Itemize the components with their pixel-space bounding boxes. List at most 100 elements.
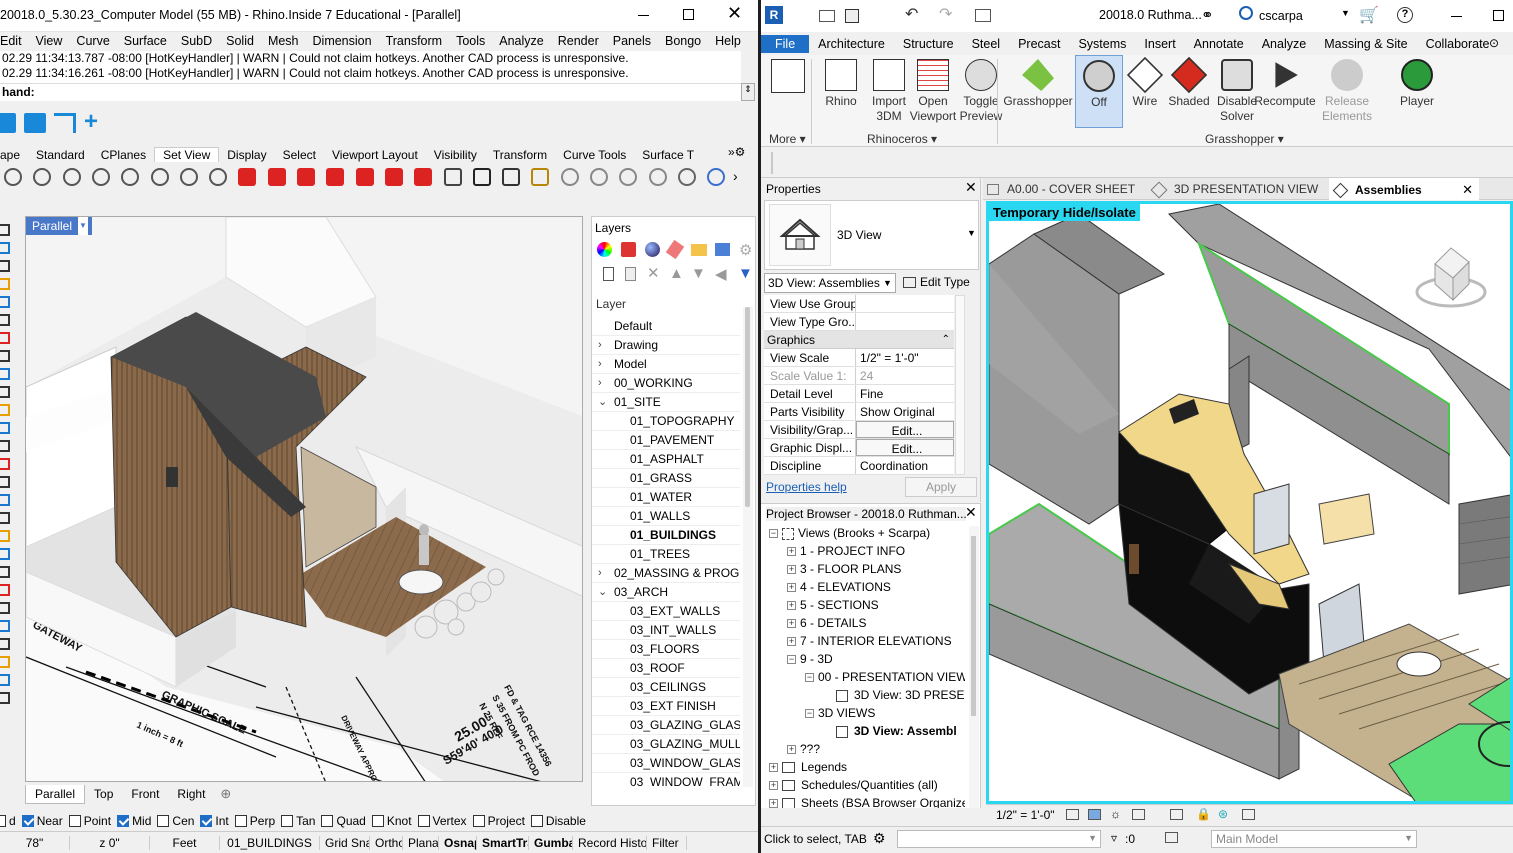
menu-view[interactable]: View xyxy=(29,34,70,48)
toolbar-tab-transform[interactable]: Transform xyxy=(485,148,555,162)
layer-row[interactable]: 03_GLAZING_MULLI xyxy=(592,735,740,754)
delete-layer-icon[interactable]: ✕ xyxy=(647,264,660,282)
menu-subd[interactable]: SubD xyxy=(174,34,219,48)
left-tool-icon-6[interactable] xyxy=(0,314,10,326)
layer-row[interactable]: 01_PAVEMENT xyxy=(592,431,740,450)
left-tool-icon-14[interactable] xyxy=(0,458,10,470)
osnap-quad[interactable]: Quad xyxy=(321,814,366,828)
osnap-checkbox[interactable] xyxy=(321,815,334,827)
browser-node[interactable]: + Schedules/Quantities (all) xyxy=(765,776,965,794)
named-view-icon[interactable] xyxy=(443,168,462,186)
design-options-icon[interactable] xyxy=(1165,832,1178,843)
layer-row[interactable]: 03_WINDOW_FRAME xyxy=(592,773,740,787)
osnap-checkbox[interactable] xyxy=(0,815,6,827)
revit-restore-icon[interactable] xyxy=(1493,10,1504,21)
browser-node[interactable]: +5 - SECTIONS xyxy=(765,596,965,614)
osnap-checkbox[interactable] xyxy=(68,815,81,827)
osnap-checkbox[interactable] xyxy=(200,815,213,827)
tab-close-icon[interactable]: ✕ xyxy=(1462,180,1473,200)
ribbon-tab-collaborate[interactable]: Collaborate xyxy=(1417,37,1499,51)
layer-row[interactable]: 01_TREES xyxy=(592,545,740,564)
layers-scrollbar[interactable] xyxy=(743,307,753,787)
minimize-icon[interactable] xyxy=(638,15,649,16)
edit-type-button[interactable]: Edit Type xyxy=(903,273,970,293)
left-tool-icon-3[interactable] xyxy=(0,260,10,272)
toolbar-tab-visibility[interactable]: Visibility xyxy=(426,148,485,162)
osnap-checkbox[interactable] xyxy=(472,815,485,827)
layer-row[interactable]: 01_GRASS xyxy=(592,469,740,488)
model-dropdown[interactable]: Main Model ▼ xyxy=(1211,830,1417,848)
osnap-checkbox[interactable] xyxy=(530,815,543,827)
osnap-checkbox[interactable] xyxy=(234,815,247,827)
crop-icon[interactable] xyxy=(1170,809,1183,820)
layer-row[interactable]: 01_TOPOGRAPHY xyxy=(592,412,740,431)
browser-node[interactable]: +3 - FLOOR PLANS xyxy=(765,560,965,578)
osnap-vertex[interactable]: Vertex xyxy=(417,814,467,828)
chevron-right-icon[interactable]: › xyxy=(598,336,602,355)
expand-icon[interactable]: + xyxy=(787,565,796,575)
ribbon-tab-structure[interactable]: Structure xyxy=(894,37,963,51)
left-tool-icon-27[interactable] xyxy=(0,692,10,704)
zoom-selected-icon[interactable] xyxy=(91,168,110,186)
left-tool-icon-15[interactable] xyxy=(0,476,10,488)
undo-view-icon[interactable] xyxy=(209,168,228,186)
ribbon-tab-architecture[interactable]: Architecture xyxy=(809,37,894,51)
prop-value[interactable]: Coordination xyxy=(856,457,954,474)
car-icon-4[interactable] xyxy=(384,168,403,186)
car-icon-5[interactable] xyxy=(414,168,433,186)
toolbar-icon-1[interactable] xyxy=(0,113,16,133)
view-tab-presentation[interactable]: 3D PRESENTATION VIEW xyxy=(1150,180,1318,200)
viewport[interactable]: GATEWAY GRAPHIC SCALE 1 inch = 8 ft 25.0… xyxy=(25,216,583,782)
capture-icon[interactable] xyxy=(502,168,521,186)
view-scale[interactable]: 1/2" = 1'-0" xyxy=(996,808,1055,822)
browser-node[interactable]: +6 - DETAILS xyxy=(765,614,965,632)
layer-row[interactable]: 03_INT_WALLS xyxy=(592,621,740,640)
collapse-icon[interactable]: − xyxy=(769,529,778,539)
filter-icon-status[interactable]: ▿ xyxy=(1111,831,1117,845)
panel-label-more[interactable]: More ▾ xyxy=(769,132,806,146)
reveal-icon[interactable] xyxy=(1242,809,1255,820)
menu-curve[interactable]: Curve xyxy=(69,34,116,48)
browser-node[interactable]: +??? xyxy=(765,740,965,758)
status-ortho[interactable]: Ortho xyxy=(370,835,403,850)
collapse-icon[interactable]: − xyxy=(787,655,796,665)
lock-icon[interactable]: 🔒 xyxy=(1196,807,1211,821)
car-icon-3[interactable] xyxy=(355,168,374,186)
redo-icon[interactable]: ↷ xyxy=(939,4,952,24)
plus-icon[interactable]: + xyxy=(84,108,98,136)
ribbon-tab-steel[interactable]: Steel xyxy=(963,37,1010,51)
prop-value[interactable]: Edit... xyxy=(856,421,954,438)
layer-row[interactable]: 03_EXT FINISH xyxy=(592,697,740,716)
ribbon-tab-precast[interactable]: Precast xyxy=(1009,37,1069,51)
recompute-button[interactable]: Recompute xyxy=(1254,55,1316,128)
toolbar-tab-standard[interactable]: Standard xyxy=(28,148,93,162)
move-down-icon[interactable]: ▼ xyxy=(691,265,706,282)
cplane-origin-icon[interactable] xyxy=(648,168,667,186)
chevron-down-icon[interactable]: ▼ xyxy=(78,217,88,235)
rotate-view-icon[interactable] xyxy=(150,168,169,186)
status-planar[interactable]: Planar xyxy=(403,835,439,850)
osnap-disable[interactable]: Disable xyxy=(530,814,586,828)
menu-panels[interactable]: Panels xyxy=(606,34,658,48)
view-tab-front[interactable]: Front xyxy=(122,785,168,803)
expand-icon[interactable]: + xyxy=(787,637,796,647)
prop-value[interactable]: Edit... xyxy=(856,439,954,456)
folder-icon[interactable] xyxy=(691,244,707,256)
sun-path-icon[interactable]: ☼ xyxy=(1110,807,1121,821)
revit-3d-view[interactable]: Temporary Hide/Isolate xyxy=(986,201,1513,804)
layer-row[interactable]: › 00_WORKING xyxy=(592,374,740,393)
light-icon[interactable] xyxy=(560,168,579,186)
panel-label-grasshopper[interactable]: Grasshopper ▾ xyxy=(1205,132,1284,146)
shaded-button[interactable]: Shaded xyxy=(1165,55,1213,128)
menu-tools[interactable]: Tools xyxy=(449,34,492,48)
menu-edit[interactable]: Edit xyxy=(0,34,29,48)
grasshopper-button[interactable]: Grasshopper xyxy=(1003,55,1073,128)
close-icon[interactable]: ✕ xyxy=(727,3,742,24)
user-icon[interactable] xyxy=(1239,6,1253,20)
history-scrollbar[interactable]: ⇕ xyxy=(741,83,755,101)
prop-section-graphics[interactable]: Graphics ⌃ xyxy=(764,331,954,349)
expand-icon[interactable]: + xyxy=(769,799,778,808)
collapse-icon[interactable]: ⌃ xyxy=(942,331,950,349)
menu-render[interactable]: Render xyxy=(551,34,606,48)
revit-logo[interactable]: R xyxy=(765,6,783,24)
